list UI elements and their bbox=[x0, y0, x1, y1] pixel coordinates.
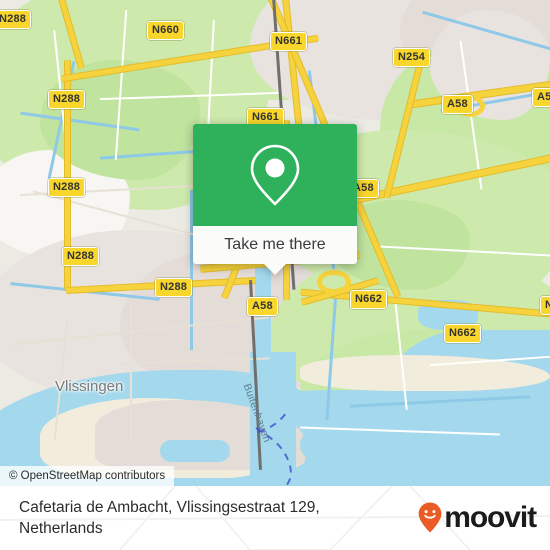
moovit-brand[interactable]: moovit bbox=[418, 500, 537, 534]
moovit-wordmark: moovit bbox=[444, 500, 537, 534]
map-pin-icon bbox=[250, 144, 300, 206]
place-title: Cafetaria de Ambacht, Vlissingsestraat 1… bbox=[19, 499, 320, 537]
take-me-there-button[interactable]: Take me there bbox=[193, 226, 357, 264]
callout-header bbox=[193, 124, 357, 226]
moovit-smiley-pin-icon bbox=[418, 502, 442, 533]
osm-attribution[interactable]: © OpenStreetMap contributors bbox=[0, 466, 175, 486]
footer-bar: Cafetaria de Ambacht, Vlissingsestraat 1… bbox=[0, 486, 550, 550]
place-callout-card[interactable]: Take me there bbox=[193, 124, 357, 275]
moovit-place-map-card: N288 N660 N661 N254 N288 N661 A58 A5 N288 A58 N288… bbox=[0, 0, 550, 550]
callout-pointer-tail bbox=[264, 264, 286, 275]
osm-attribution-text: © OpenStreetMap contributors bbox=[9, 470, 166, 482]
place-label: Vlissingen bbox=[55, 378, 124, 395]
water-label: Buitenhaven bbox=[240, 382, 274, 445]
take-me-there-label: Take me there bbox=[224, 236, 326, 253]
